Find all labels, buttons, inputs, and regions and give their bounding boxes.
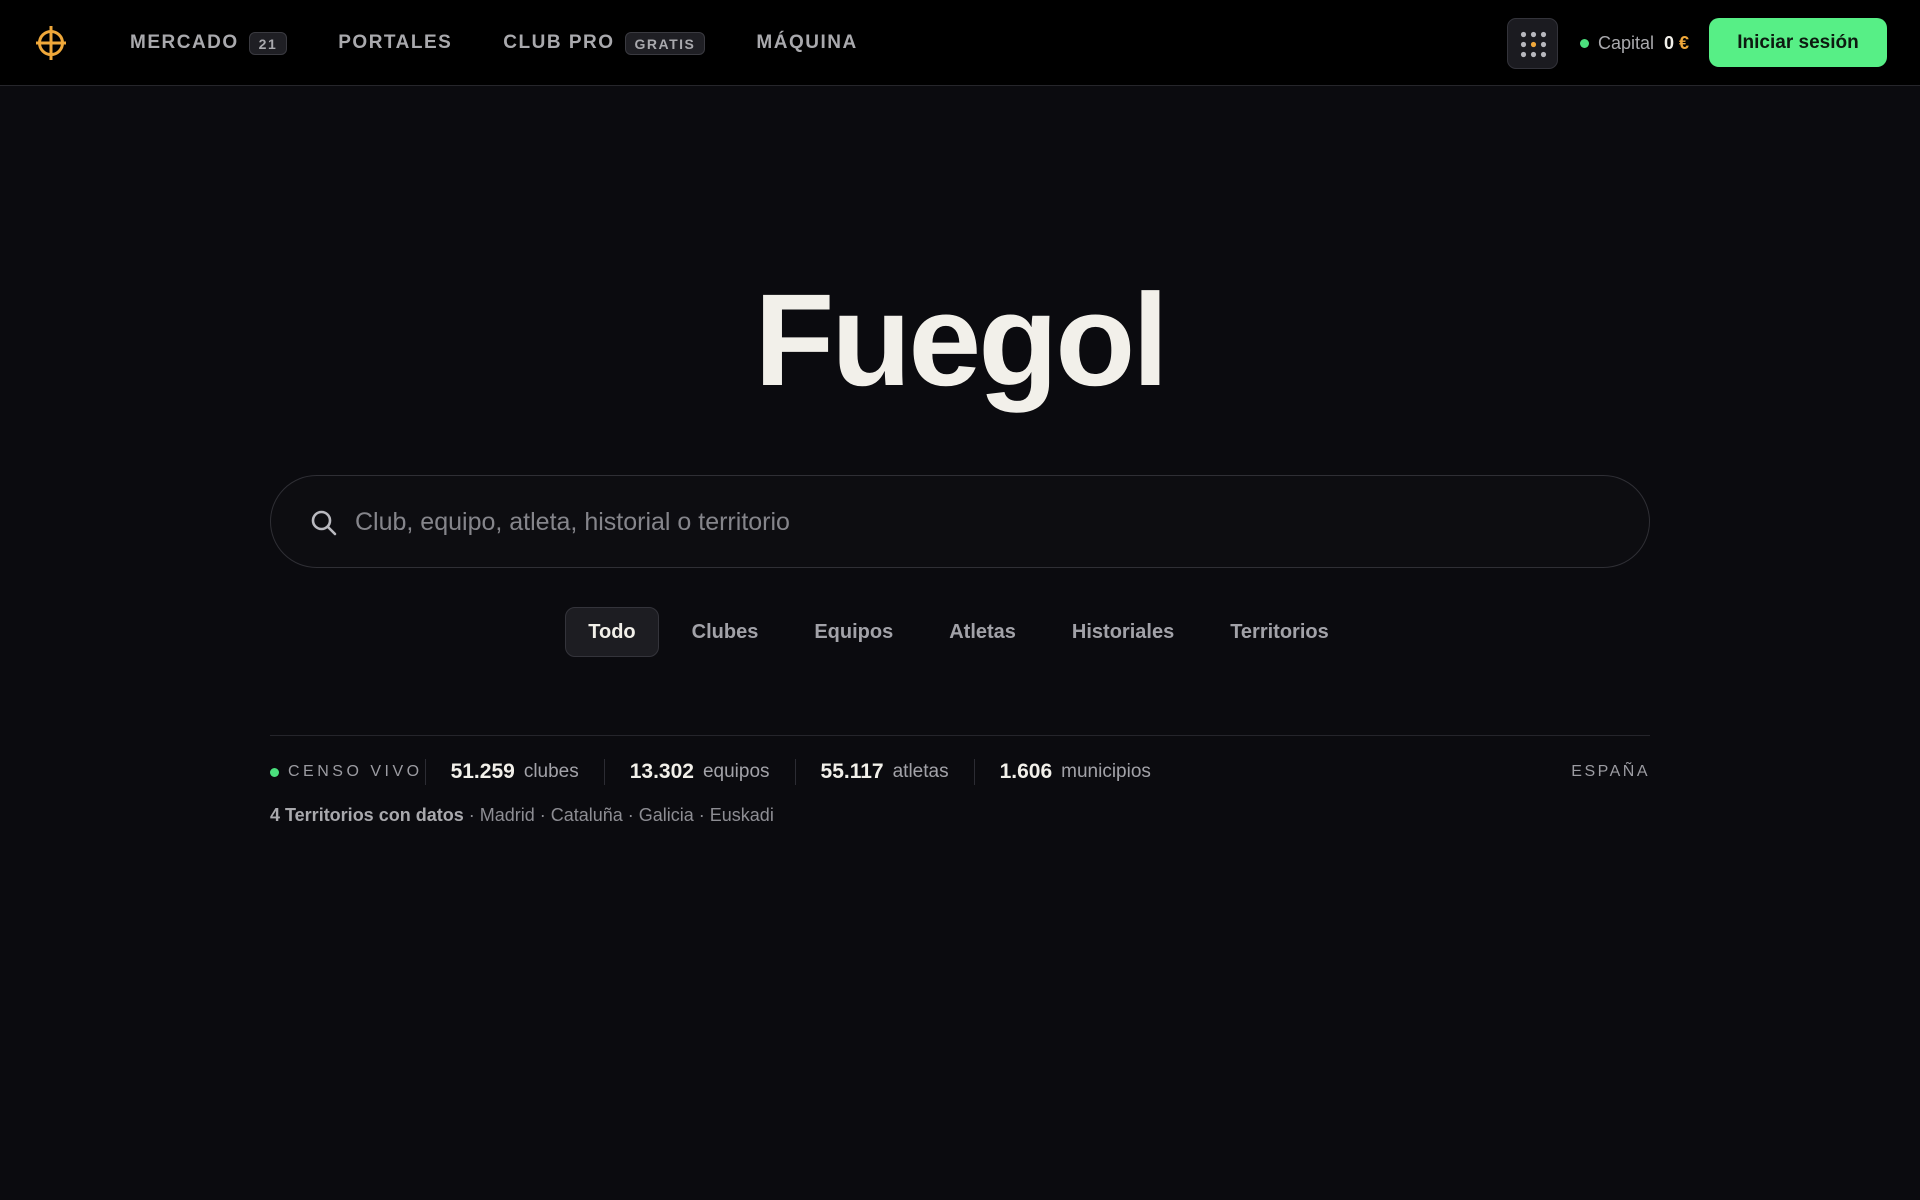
stat-equipos: 13.302 equipos xyxy=(603,759,795,785)
grid-dots-icon xyxy=(1520,31,1547,58)
territories-list: · Madrid · Cataluña · Galicia · Euskadi xyxy=(463,805,774,825)
filter-tab-historiales[interactable]: Historiales xyxy=(1049,607,1197,657)
search-icon xyxy=(311,510,337,536)
nav-item-label: MÁQUINA xyxy=(756,32,858,53)
territories-summary: 4 Territorios con datos · Madrid · Catal… xyxy=(270,805,774,826)
live-census-label: CENSO VIVO xyxy=(288,763,423,780)
stat-atletas: 55.117 atletas xyxy=(794,759,974,785)
live-dot xyxy=(270,767,279,777)
capital-currency: € xyxy=(1679,32,1690,53)
capital-value: 0 xyxy=(1664,32,1675,53)
capital-indicator: Capital 0 € xyxy=(1580,0,1689,86)
stat-value: 1.606 xyxy=(999,760,1053,783)
capital-label: Capital xyxy=(1598,32,1655,53)
territories-count: 4 Territorios con datos xyxy=(270,805,464,825)
nav-item-maquina[interactable]: MÁQUINA xyxy=(756,32,857,54)
filter-tab-territorios[interactable]: Territorios xyxy=(1207,607,1352,657)
search-filter-tabs: Todo Clubes Equipos Atletas Historiales … xyxy=(0,607,1920,657)
filter-tab-todo[interactable]: Todo xyxy=(565,607,659,657)
stat-label: equipos xyxy=(702,761,770,782)
search-bar[interactable] xyxy=(270,475,1650,568)
filter-tab-atletas[interactable]: Atletas xyxy=(926,607,1039,657)
stat-value: 55.117 xyxy=(820,760,884,783)
filter-tab-clubes[interactable]: Clubes xyxy=(669,607,782,657)
count-badge: 21 xyxy=(248,31,288,55)
nav-item-portales[interactable]: PORTALES xyxy=(338,32,452,54)
login-button[interactable]: Iniciar sesión xyxy=(1709,18,1887,67)
nav-item-label: MERCADO xyxy=(130,32,239,53)
stat-value: 51.259 xyxy=(450,760,515,783)
free-badge: GRATIS xyxy=(624,31,706,55)
stat-label: clubes xyxy=(523,761,579,782)
search-input[interactable] xyxy=(355,496,1615,548)
crosshair-globe-icon[interactable] xyxy=(34,23,68,63)
nav-item-mercado[interactable]: MERCADO 21 xyxy=(130,31,288,55)
nav-item-club-pro[interactable]: CLUB PRO GRATIS xyxy=(503,31,706,55)
nav-item-label: PORTALES xyxy=(338,32,453,53)
status-dot xyxy=(1580,38,1589,48)
top-navigation-bar: MERCADO 21 PORTALES CLUB PRO GRATIS MÁQU… xyxy=(0,0,1920,86)
stat-value: 13.302 xyxy=(629,760,694,783)
filter-tab-equipos[interactable]: Equipos xyxy=(791,607,916,657)
hero-title: Fuegol xyxy=(754,266,1168,413)
stat-municipios: 1.606 municipios xyxy=(973,759,1176,785)
section-divider xyxy=(270,735,1650,736)
main-nav: MERCADO 21 PORTALES CLUB PRO GRATIS MÁQU… xyxy=(130,0,909,86)
apps-menu-button[interactable] xyxy=(1507,18,1558,69)
country-label: ESPAÑA xyxy=(1571,763,1650,780)
census-stats: CENSO VIVO 51.259 clubes 13.302 equipos … xyxy=(270,757,1650,787)
nav-item-label: CLUB PRO xyxy=(503,32,615,53)
stat-label: atletas xyxy=(892,761,949,782)
live-census: CENSO VIVO xyxy=(270,763,425,781)
stat-clubes: 51.259 clubes xyxy=(424,759,604,785)
stat-label: municipios xyxy=(1061,761,1151,782)
